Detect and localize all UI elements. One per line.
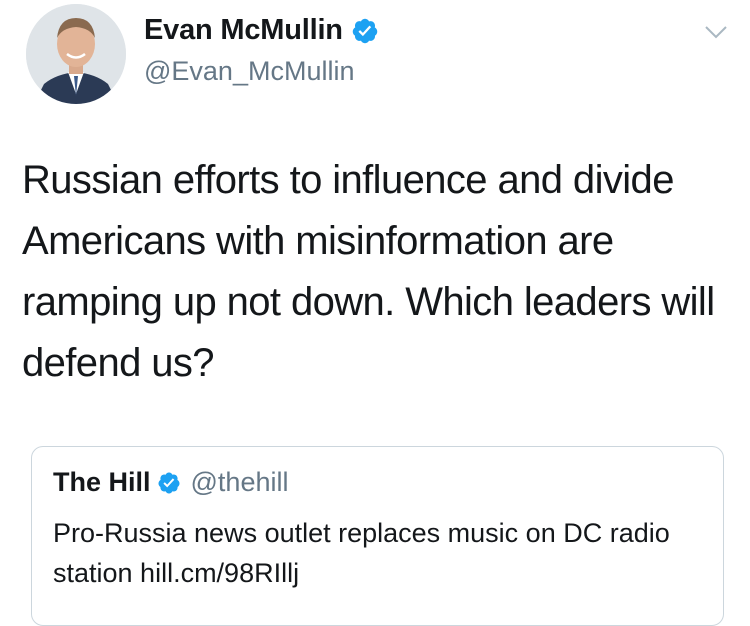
quoted-author-handle: @thehill — [190, 467, 289, 497]
avatar-photo — [26, 4, 126, 104]
quoted-tweet-card[interactable]: The Hill @thehill Pro-Russia news outlet… — [31, 446, 724, 626]
author-avatar[interactable] — [26, 4, 126, 104]
tweet-text: Russian efforts to influence and divide … — [22, 158, 715, 385]
author-name[interactable]: Evan McMullin — [144, 14, 343, 47]
quoted-tweet-header: The Hill @thehill — [53, 467, 288, 498]
chevron-down-icon[interactable] — [704, 24, 728, 40]
author-handle[interactable]: @Evan_McMullin — [144, 56, 354, 87]
verified-badge-icon — [352, 18, 378, 43]
quoted-tweet-text: Pro-Russia news outlet replaces music on… — [53, 518, 670, 588]
quoted-author-name: The Hill — [53, 467, 151, 497]
verified-badge-icon — [158, 472, 180, 493]
author-name-row[interactable]: Evan McMullin — [144, 14, 379, 47]
